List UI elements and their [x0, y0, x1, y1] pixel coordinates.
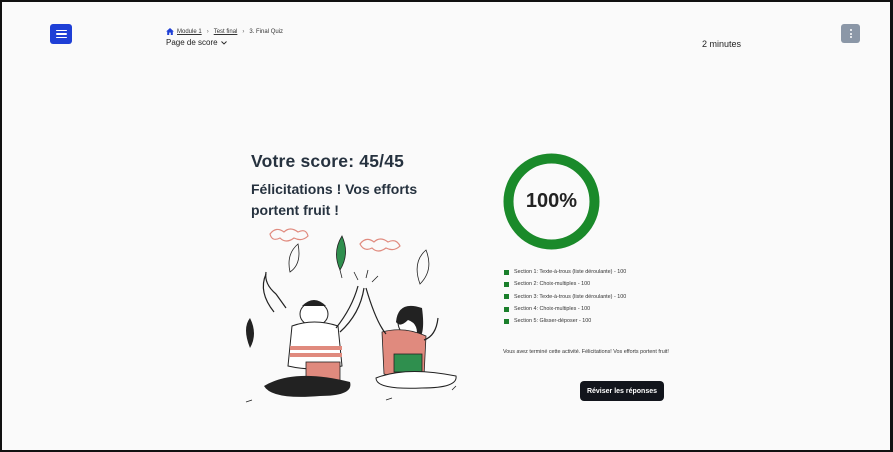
section-score-list: Section 1: Texte-à-trous (liste déroulan… [504, 266, 626, 327]
breadcrumb-current: 3. Final Quiz [249, 28, 284, 35]
section-label: Section 5: Glisser-déposer - 100 [514, 318, 592, 325]
section-bullet [504, 294, 509, 300]
list-item: Section 2: Choix-multiples - 100 [504, 278, 626, 290]
hamburger-icon [55, 29, 67, 32]
section-label: Section 4: Choix-multiples - 100 [514, 306, 591, 313]
section-bullet [504, 318, 509, 324]
list-item: Section 5: Glisser-déposer - 100 [504, 315, 626, 327]
score-percent: 100% [525, 190, 578, 212]
breadcrumb-separator: › [242, 28, 245, 35]
section-label: Section 3: Texte-à-trous (liste déroulan… [514, 293, 627, 300]
section-bullet [504, 281, 509, 287]
section-label: Section 1: Texte-à-trous (liste déroulan… [514, 269, 627, 276]
breadcrumb-test-link[interactable]: Test final [214, 29, 238, 35]
breadcrumb: Module 1 › Test final › 3. Final Quiz [166, 28, 283, 35]
section-bullet [504, 306, 509, 312]
page-select[interactable]: Page de score [166, 38, 227, 47]
menu-button[interactable] [50, 24, 72, 44]
home-icon[interactable] [166, 28, 174, 35]
section-bullet [504, 269, 509, 275]
section-label: Section 2: Choix-multiples - 100 [514, 281, 591, 288]
more-vertical-icon [849, 29, 852, 31]
score-title: Votre score: 45/45 [251, 151, 405, 171]
review-answers-button[interactable]: Réviser les réponses [580, 381, 664, 401]
page-select-label: Page de score [166, 38, 218, 47]
list-item: Section 1: Texte-à-trous (liste déroulan… [504, 266, 626, 278]
chevron-down-icon [220, 38, 227, 47]
list-item: Section 4: Choix-multiples - 100 [504, 303, 626, 315]
more-options-button[interactable] [841, 24, 860, 43]
timer: 2 minutes [702, 39, 742, 49]
breadcrumb-module-link[interactable]: Module 1 [177, 29, 202, 35]
breadcrumb-separator: › [206, 28, 209, 35]
celebration-illustration [245, 228, 457, 403]
list-item: Section 3: Texte-à-trous (liste déroulan… [504, 291, 626, 303]
completion-message: Vous avez terminé cette activité. Félici… [503, 349, 669, 355]
congrats-message: Félicitations ! Vos efforts portent frui… [251, 181, 418, 218]
